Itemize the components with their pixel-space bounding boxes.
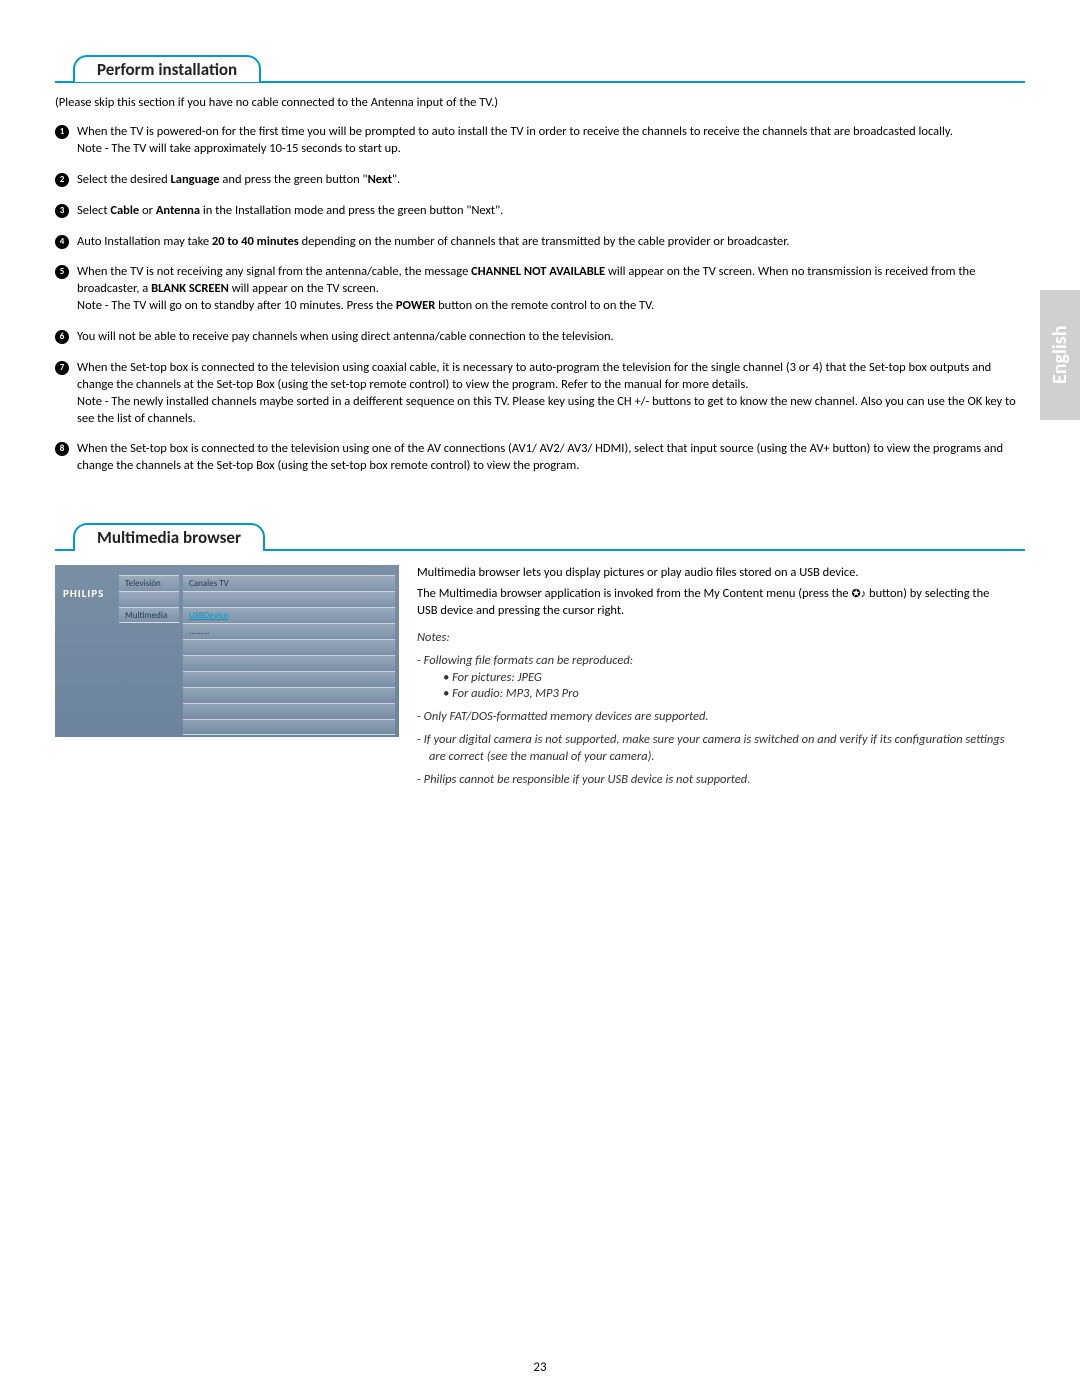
step-number-icon: 6	[55, 330, 69, 344]
step-body: Auto Installation may take 20 to 40 minu…	[77, 234, 1025, 251]
notes-sub-bullets: For pictures: JPEGFor audio: MP3, MP3 Pr…	[429, 670, 1005, 704]
tv-menu-cell: Televisión	[119, 575, 179, 591]
tv-menu-cell: Multimedia	[119, 607, 179, 623]
tv-menu-cell: .	[183, 655, 395, 671]
notes-item: Following file formats can be reproduced…	[417, 653, 1005, 704]
installation-steps-list: 1 When the TV is powered-on for the first…	[55, 124, 1025, 475]
section-title: Multimedia browser	[73, 523, 265, 550]
tv-menu-cell: .	[183, 719, 395, 735]
step-body: When the TV is powered-on for the first …	[77, 124, 1025, 158]
media-button-icon: ✪♪	[851, 587, 866, 602]
step-body: When the Set-top box is connected to the…	[77, 441, 1025, 475]
installation-step: 1 When the TV is powered-on for the first…	[55, 124, 1025, 158]
tv-menu-cell: .	[183, 671, 395, 687]
notes-sub-item: For audio: MP3, MP3 Pro	[443, 686, 1005, 703]
step-number-icon: 7	[55, 361, 69, 375]
tv-menu-cell: USBDevice	[183, 607, 395, 623]
step-body: You will not be able to receive pay chan…	[77, 329, 1025, 346]
notes-item: Philips cannot be responsible if your US…	[417, 772, 1005, 789]
installation-step: 8 When the Set-top box is connected to th…	[55, 441, 1025, 475]
step-number-icon: 4	[55, 235, 69, 249]
step-number-icon: 2	[55, 173, 69, 187]
tv-menu-cell: .	[183, 639, 395, 655]
tv-menu-cell: .	[183, 591, 395, 607]
tv-menu-cell: .........	[183, 623, 395, 639]
notes-sub-item: For pictures: JPEG	[443, 670, 1005, 687]
notes-item: Only FAT/DOS-formatted memory devices ar…	[417, 709, 1005, 726]
section-title: Perform installation	[73, 55, 261, 82]
mm-para-2: The Multimedia browser application is in…	[417, 586, 1005, 620]
skip-note: (Please skip this section if you have no…	[55, 95, 1025, 110]
step-body: Select Cable or Antenna in the Installat…	[77, 203, 1025, 220]
notes-heading: Notes:	[417, 630, 1005, 647]
section-header-multimedia-browser: Multimedia browser	[55, 523, 1025, 551]
notes-list: Following file formats can be reproduced…	[417, 653, 1005, 789]
installation-step: 5 When the TV is not receiving any signal…	[55, 264, 1025, 315]
installation-step: 7 When the Set-top box is connected to th…	[55, 360, 1025, 428]
step-body: When the Set-top box is connected to the…	[77, 360, 1025, 428]
step-number-icon: 1	[55, 125, 69, 139]
installation-step: 6 You will not be able to receive pay cha…	[55, 329, 1025, 346]
step-number-icon: 8	[55, 442, 69, 456]
installation-step: 3 Select Cable or Antenna in the Installa…	[55, 203, 1025, 220]
multimedia-description: Multimedia browser lets you display pict…	[417, 565, 1025, 789]
step-body: When the TV is not receiving any signal …	[77, 264, 1025, 315]
page-number: 23	[0, 1360, 1080, 1375]
step-number-icon: 5	[55, 265, 69, 279]
installation-step: 2 Select the desired Language and press t…	[55, 172, 1025, 189]
language-tab-english: English	[1040, 290, 1080, 420]
notes-item: If your digital camera is not supported,…	[417, 732, 1005, 766]
section-header-perform-installation: Perform installation	[55, 55, 1025, 83]
mm-para-1: Multimedia browser lets you display pict…	[417, 565, 1005, 582]
tv-brand-logo: PHILIPS	[63, 587, 104, 600]
tv-menu-screenshot: PHILIPS Televisión.Multimedia Canales TV…	[55, 565, 399, 737]
installation-step: 4 Auto Installation may take 20 to 40 min…	[55, 234, 1025, 251]
tv-menu-cell: .	[183, 703, 395, 719]
step-number-icon: 3	[55, 204, 69, 218]
tv-menu-cell: Canales TV	[183, 575, 395, 591]
tv-menu-cell: .	[183, 687, 395, 703]
tv-menu-cell: .	[119, 591, 179, 607]
step-body: Select the desired Language and press th…	[77, 172, 1025, 189]
